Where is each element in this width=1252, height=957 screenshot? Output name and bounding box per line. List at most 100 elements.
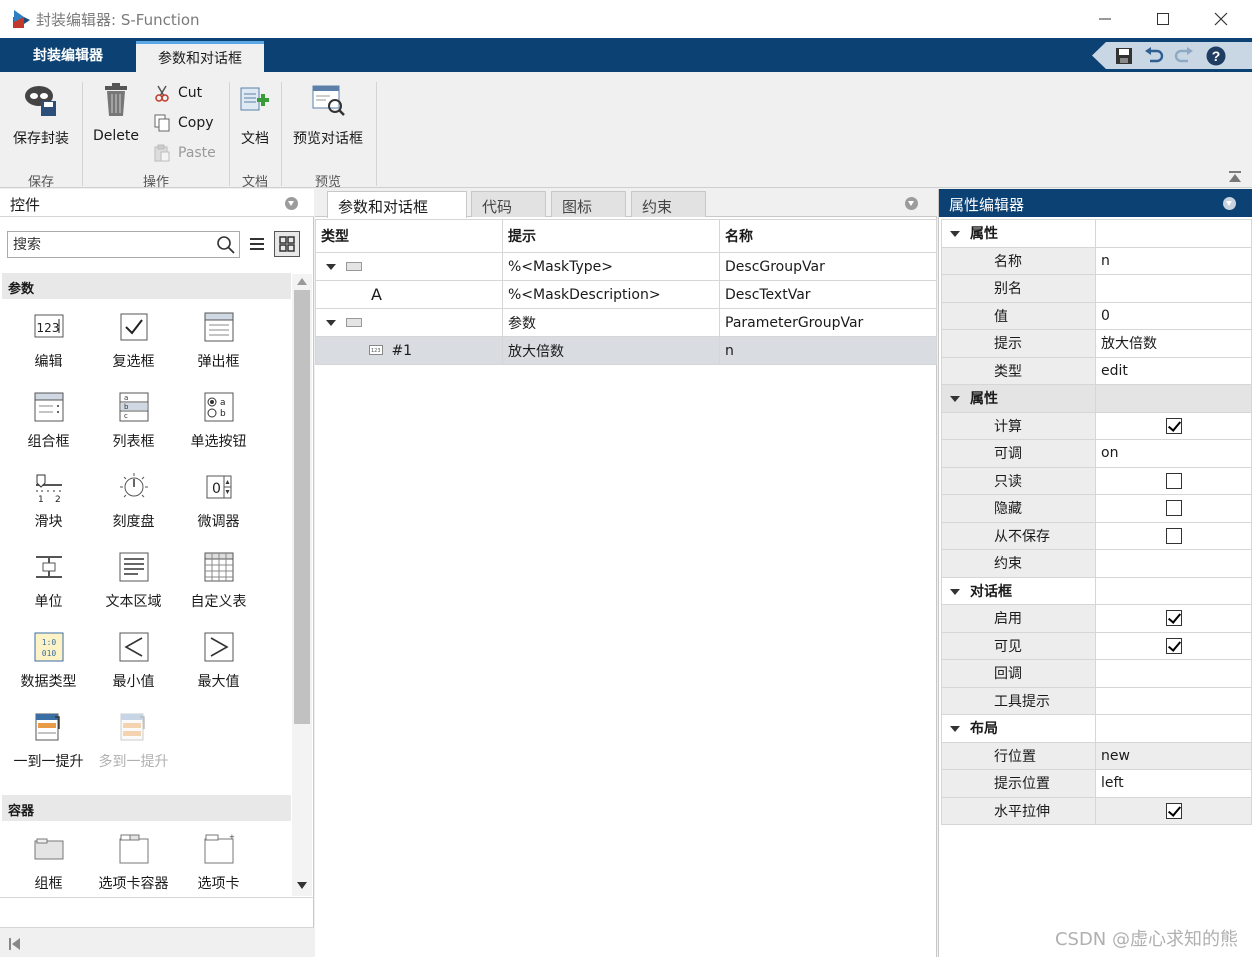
control-custom-table[interactable]: 自定义表 <box>176 551 261 611</box>
control-promote-many-to-one[interactable]: 多到一提升 <box>91 711 176 771</box>
property-value[interactable]: on <box>1095 439 1252 468</box>
property-row[interactable]: 约束 <box>941 549 1252 578</box>
scroll-down-icon[interactable] <box>297 882 307 889</box>
maximize-button[interactable] <box>1134 0 1192 38</box>
property-row[interactable]: 隐藏 <box>941 494 1252 523</box>
expand-triangle-icon[interactable] <box>326 263 336 271</box>
control-checkbox[interactable]: 复选框 <box>91 311 176 371</box>
controls-search-input[interactable] <box>8 232 208 257</box>
delete-button[interactable]: Delete <box>86 82 146 144</box>
scrollbar-thumb[interactable] <box>294 290 310 724</box>
control-unit[interactable]: 单位 <box>6 551 91 611</box>
property-value[interactable] <box>1095 686 1252 715</box>
property-group-row[interactable]: 对话框 <box>941 576 1252 605</box>
read-only-checkbox[interactable] <box>1165 472 1182 489</box>
property-row[interactable]: 行位置 new <box>941 741 1252 770</box>
property-value[interactable]: left <box>1095 769 1252 798</box>
prompt-cell[interactable]: 参数 <box>502 308 720 337</box>
table-row-selected[interactable]: 123 #1 放大倍数 n <box>315 336 937 365</box>
close-button[interactable] <box>1192 0 1250 38</box>
property-row[interactable]: 启用 <box>941 604 1252 633</box>
control-spinner[interactable]: 0 微调器 <box>176 471 261 531</box>
control-promote-one-to-one[interactable]: 一到一提升 <box>6 711 91 771</box>
property-value[interactable]: 放大倍数 <box>1095 329 1252 358</box>
cut-button[interactable]: Cut <box>154 84 202 102</box>
control-slider[interactable]: 12 滑块 <box>6 471 91 531</box>
preview-dialog-button[interactable]: 预览对话框 <box>285 82 371 148</box>
quick-save-button[interactable] <box>1112 44 1136 68</box>
property-row[interactable]: 值0 <box>941 301 1252 330</box>
property-row[interactable]: 水平拉伸 <box>941 796 1252 825</box>
doc-button[interactable]: 文档 <box>232 82 278 148</box>
tab-params-dialog-inner[interactable]: 参数和对话框 <box>327 191 467 218</box>
property-panel-menu-icon[interactable] <box>1223 197 1236 210</box>
collapse-triangle-icon[interactable] <box>950 726 960 733</box>
evaluate-checkbox[interactable] <box>1165 417 1182 434</box>
property-value[interactable] <box>1095 549 1252 578</box>
table-row[interactable]: A %<MaskDescription> DescTextVar <box>315 280 937 309</box>
name-cell[interactable]: ParameterGroupVar <box>719 308 937 337</box>
property-row[interactable]: 工具提示 <box>941 686 1252 715</box>
prompt-cell[interactable]: %<MaskType> <box>502 252 720 281</box>
tab-mask-editor[interactable]: 封装编辑器 <box>0 38 136 72</box>
table-row[interactable]: %<MaskType> DescGroupVar <box>315 252 937 281</box>
first-page-icon[interactable] <box>9 938 21 950</box>
name-cell[interactable]: DescGroupVar <box>719 252 937 281</box>
control-tab[interactable]: + 选项卡 <box>176 833 261 893</box>
control-listbox[interactable]: abc 列表框 <box>91 391 176 451</box>
property-row[interactable]: 计算 <box>941 411 1252 440</box>
collapse-triangle-icon[interactable] <box>950 231 960 238</box>
property-value[interactable]: n <box>1095 246 1252 275</box>
collapse-triangle-icon[interactable] <box>950 396 960 403</box>
property-row[interactable]: 提示 放大倍数 <box>941 329 1252 358</box>
undo-button[interactable] <box>1142 44 1166 68</box>
name-cell[interactable]: n <box>719 336 937 365</box>
property-row[interactable]: 可见 <box>941 631 1252 660</box>
table-row[interactable]: 参数 ParameterGroupVar <box>315 308 937 337</box>
column-header-prompt[interactable]: 提示 <box>502 219 720 253</box>
control-datatype[interactable]: 1:0 010 数据类型 <box>6 631 91 691</box>
tab-constraints[interactable]: 约束 <box>631 191 706 217</box>
paste-button[interactable]: Paste <box>154 144 216 162</box>
visible-checkbox[interactable] <box>1165 637 1182 654</box>
property-row[interactable]: 类型 edit <box>941 356 1252 385</box>
property-row[interactable]: 可调 on <box>941 439 1252 468</box>
property-value[interactable]: edit <box>1095 356 1252 385</box>
property-group-row[interactable]: 属性 <box>941 384 1252 413</box>
property-value[interactable]: new <box>1095 741 1252 770</box>
property-row[interactable]: 回调 <box>941 659 1252 688</box>
control-min[interactable]: 最小值 <box>91 631 176 691</box>
collapse-ribbon-icon[interactable] <box>1228 170 1242 184</box>
prompt-cell[interactable]: 放大倍数 <box>502 336 720 365</box>
property-row[interactable]: 只读 <box>941 466 1252 495</box>
control-group-box[interactable]: 组框 <box>6 833 91 893</box>
list-view-icon[interactable] <box>248 235 266 253</box>
control-edit[interactable]: 123 编辑 <box>6 311 91 371</box>
control-textarea[interactable]: 文本区域 <box>91 551 176 611</box>
control-dial[interactable]: 刻度盘 <box>91 471 176 531</box>
property-row[interactable]: 提示位置 left <box>941 769 1252 798</box>
control-tab-container[interactable]: 选项卡容器 <box>91 833 176 891</box>
property-value[interactable]: 0 <box>1095 301 1252 330</box>
control-max[interactable]: 最大值 <box>176 631 261 691</box>
tab-params-dialog[interactable]: 参数和对话框 <box>136 41 264 72</box>
enable-checkbox[interactable] <box>1165 610 1182 627</box>
property-row[interactable]: 名称 n <box>941 246 1252 275</box>
prompt-cell[interactable]: %<MaskDescription> <box>502 280 720 309</box>
search-icon[interactable] <box>216 235 236 255</box>
property-row[interactable]: 别名 <box>941 274 1252 303</box>
column-header-name[interactable]: 名称 <box>719 219 937 253</box>
scroll-up-icon[interactable] <box>297 278 307 285</box>
property-value[interactable] <box>1095 659 1252 688</box>
grid-view-button[interactable] <box>274 231 300 257</box>
help-button[interactable]: ? <box>1204 44 1228 68</box>
copy-button[interactable]: Copy <box>154 114 214 132</box>
name-cell[interactable]: DescTextVar <box>719 280 937 309</box>
save-mask-button[interactable]: 保存封装 <box>6 82 76 148</box>
control-radio[interactable]: ab 单选按钮 <box>176 391 261 451</box>
expand-triangle-icon[interactable] <box>326 319 336 327</box>
never-save-checkbox[interactable] <box>1165 527 1182 544</box>
property-group-row[interactable]: 属性 <box>941 219 1252 248</box>
property-value[interactable] <box>1095 274 1252 303</box>
property-row[interactable]: 从不保存 <box>941 521 1252 550</box>
